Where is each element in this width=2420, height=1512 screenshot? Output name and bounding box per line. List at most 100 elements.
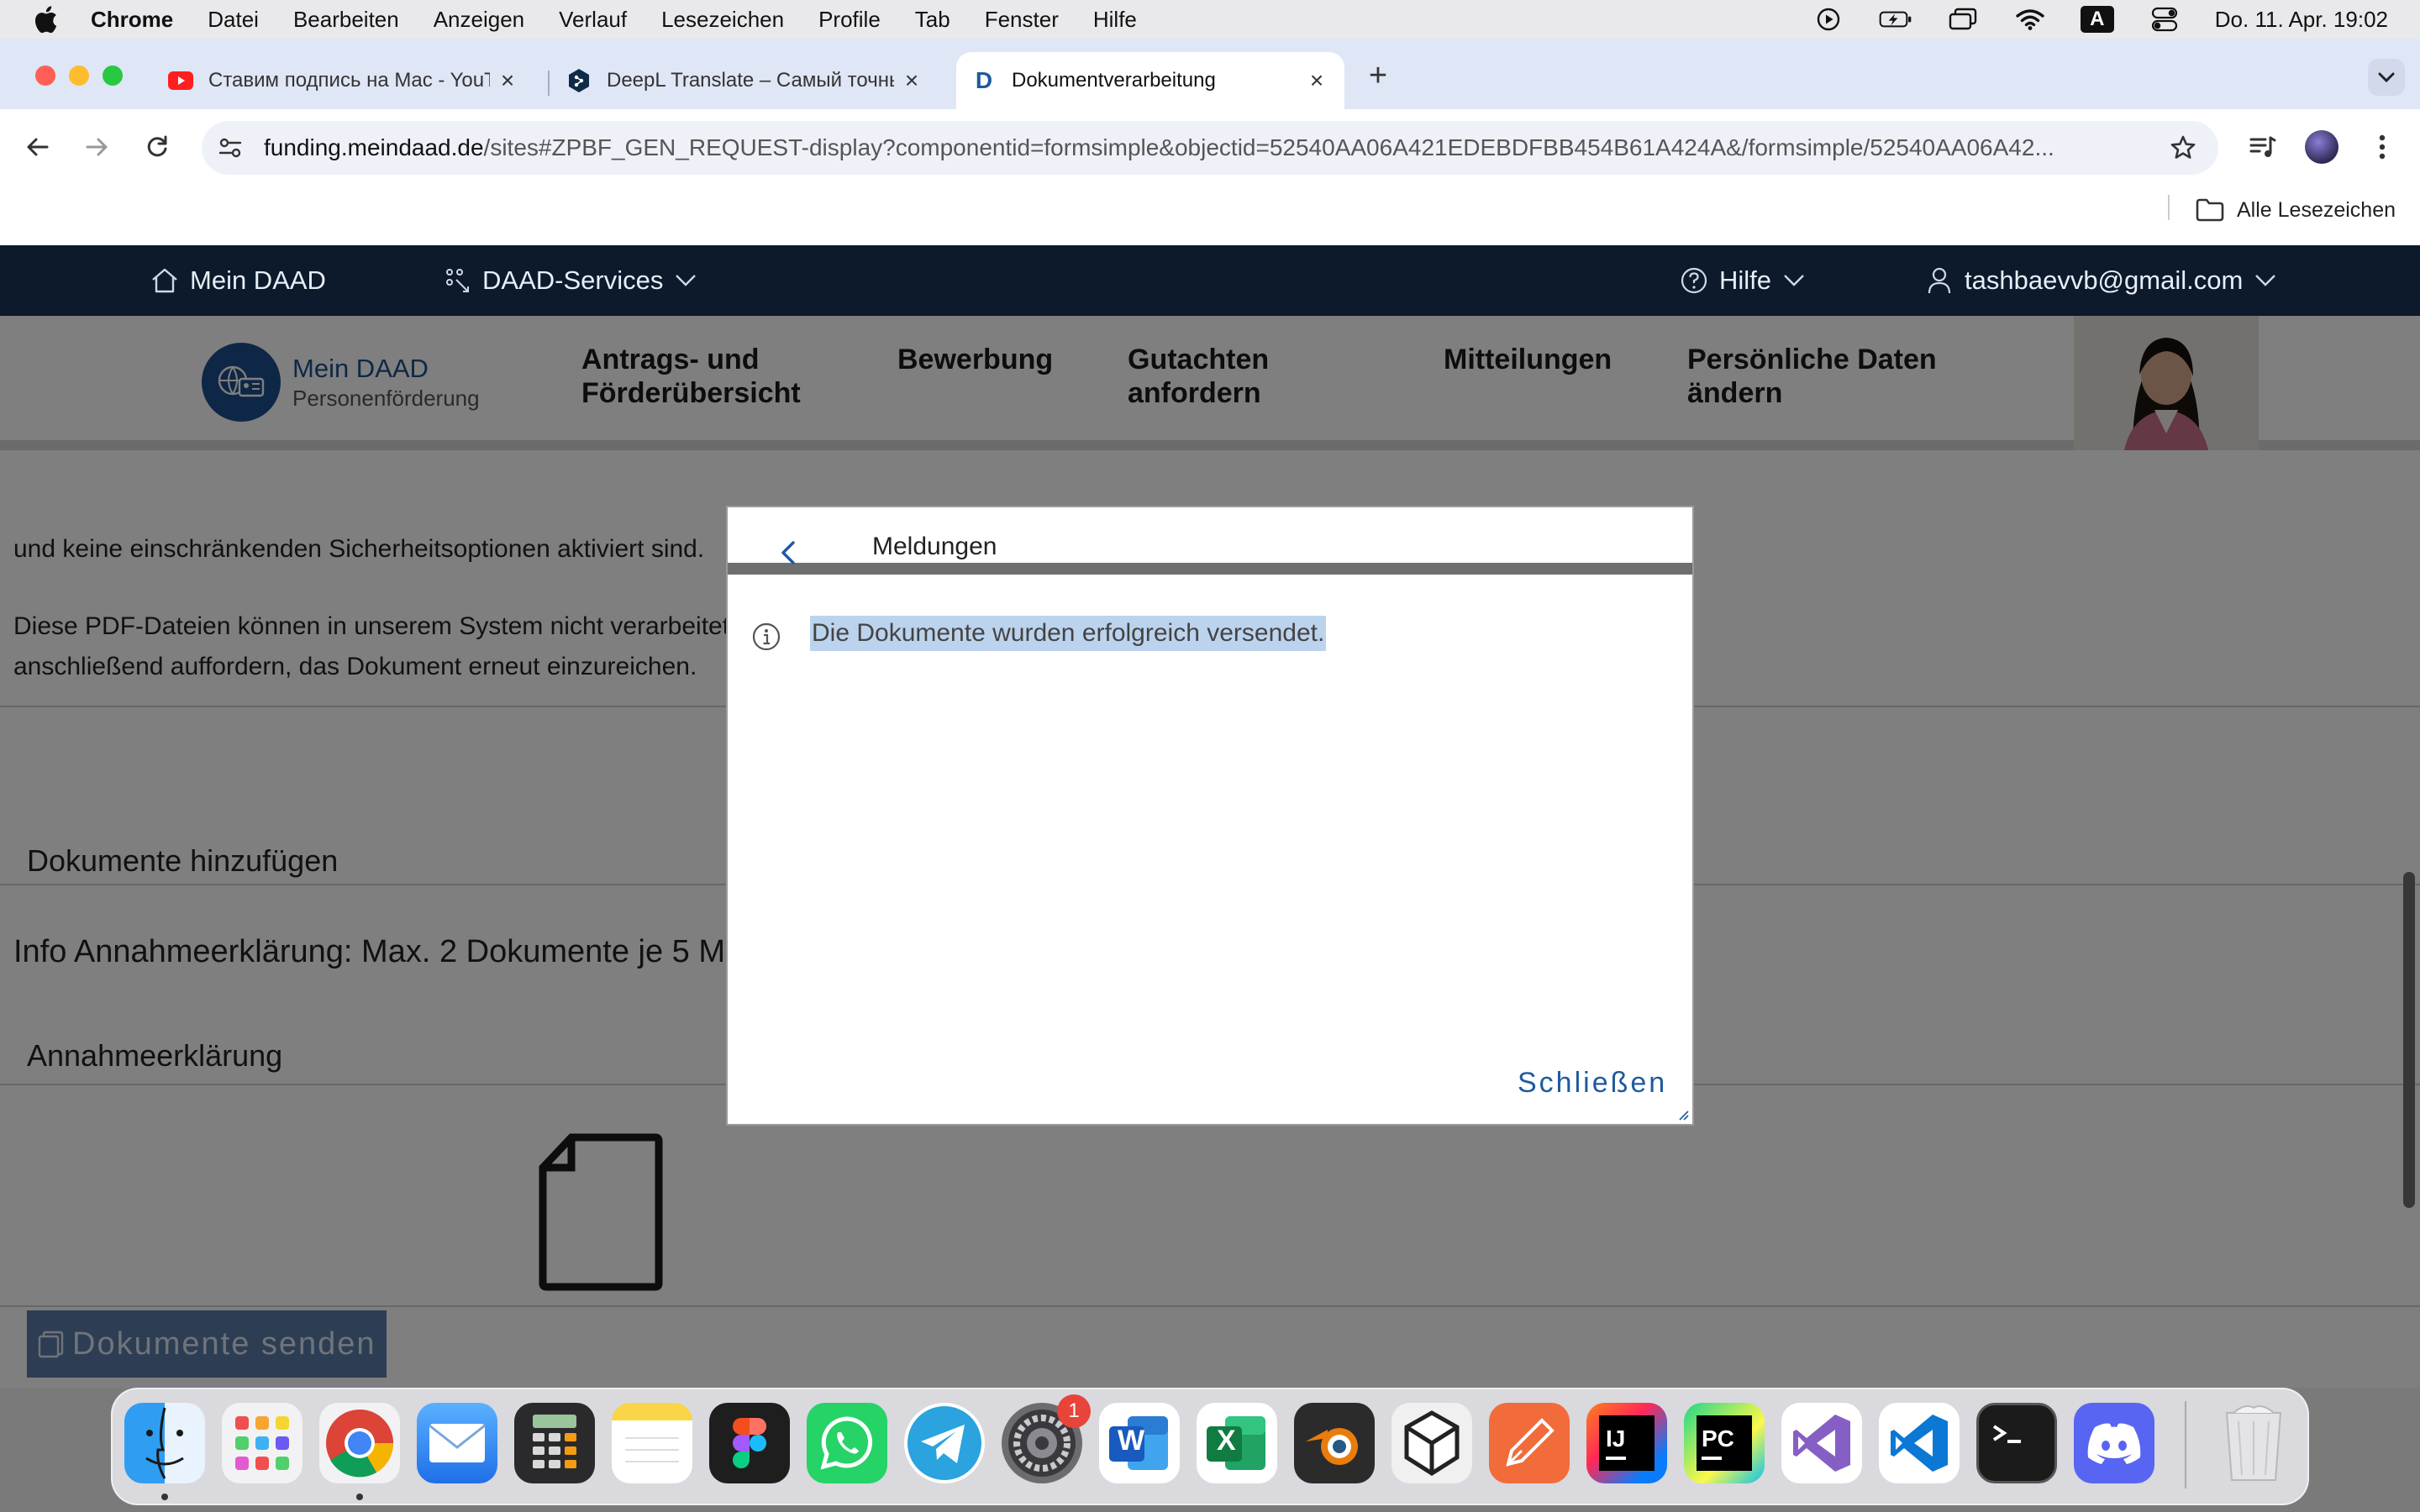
- calculator-icon[interactable]: [514, 1403, 595, 1483]
- youtube-icon: [168, 68, 193, 93]
- terminal-icon[interactable]: [1976, 1403, 2057, 1483]
- intellij-letters: IJ: [1606, 1425, 1626, 1452]
- chrome-icon[interactable]: [319, 1403, 400, 1483]
- url-text[interactable]: funding.meindaad.de/sites#ZPBF_GEN_REQUE…: [264, 134, 2154, 161]
- trash-icon[interactable]: [2213, 1403, 2294, 1483]
- tab-title: DeepL Translate – Самый точный: [607, 69, 894, 92]
- all-bookmarks-label: Alle Lesezeichen: [2237, 197, 2396, 222]
- menu-app-name[interactable]: Chrome: [91, 7, 173, 33]
- blender-icon[interactable]: [1294, 1403, 1375, 1483]
- pycharm-letters: PC: [1702, 1425, 1734, 1452]
- control-center-icon[interactable]: [2148, 5, 2181, 34]
- menu-lesezeichen[interactable]: Lesezeichen: [661, 7, 784, 33]
- finder-icon[interactable]: [124, 1403, 205, 1483]
- tab-strip: Ставим подпись на Mac - YouTube × DeepL …: [0, 39, 2420, 109]
- all-bookmarks-button[interactable]: Alle Lesezeichen: [2195, 195, 2396, 225]
- dock-separator: [2185, 1401, 2186, 1488]
- window-zoom-button[interactable]: [103, 66, 123, 86]
- pencil-app-icon[interactable]: [1489, 1403, 1570, 1483]
- user-email: tashbaevvb@gmail.com: [1965, 265, 2244, 295]
- now-playing-icon[interactable]: [1812, 5, 1845, 34]
- vscode-icon[interactable]: [1879, 1403, 1960, 1483]
- user-menu[interactable]: tashbaevvb@gmail.com: [1924, 262, 2276, 299]
- user-icon: [1924, 265, 1954, 296]
- intellij-icon[interactable]: IJ: [1586, 1403, 1667, 1483]
- back-icon[interactable]: [17, 126, 59, 168]
- tab-separator: [548, 71, 550, 96]
- bookmarks-bar: [0, 186, 2420, 245]
- battery-icon[interactable]: [1879, 5, 1912, 34]
- notification-badge: 1: [1057, 1394, 1091, 1428]
- profile-avatar[interactable]: [2301, 126, 2343, 168]
- back-chevron-icon[interactable]: [773, 538, 803, 568]
- bookmark-star-icon[interactable]: [2166, 131, 2200, 165]
- resize-grip-icon[interactable]: [1677, 1109, 1689, 1121]
- close-button[interactable]: Schließen: [1518, 1067, 1667, 1100]
- excel-letter: X: [1217, 1425, 1236, 1457]
- close-icon[interactable]: ×: [1304, 67, 1329, 93]
- word-icon[interactable]: W: [1099, 1403, 1180, 1483]
- url-path: /sites#ZPBF_GEN_REQUEST-display?componen…: [483, 134, 2054, 160]
- tab-deepl[interactable]: DeepL Translate – Самый точный ×: [566, 52, 936, 109]
- reading-list-icon[interactable]: [2242, 126, 2284, 168]
- menu-bar: Chrome Datei Bearbeiten Anzeigen Verlauf…: [0, 0, 2420, 39]
- visual-studio-icon[interactable]: [1781, 1403, 1862, 1483]
- tab-search-button[interactable]: [2368, 59, 2405, 96]
- whatsapp-icon[interactable]: [807, 1403, 887, 1483]
- system-settings-icon[interactable]: 1: [1002, 1394, 1091, 1483]
- menu-tab[interactable]: Tab: [915, 7, 950, 33]
- url-host: funding.meindaad.de: [264, 134, 484, 160]
- notes-icon[interactable]: [612, 1403, 692, 1483]
- launchpad-icon[interactable]: [222, 1403, 302, 1483]
- more-menu-icon[interactable]: [2361, 126, 2403, 168]
- menu-anzeigen[interactable]: Anzeigen: [434, 7, 524, 33]
- mein-daad-label: Mein DAAD: [190, 265, 326, 295]
- mein-daad-link[interactable]: Mein DAAD: [150, 262, 326, 299]
- d-letter-icon: D: [975, 67, 993, 93]
- dialog-title: Meldungen: [872, 533, 997, 560]
- reload-icon[interactable]: [136, 126, 178, 168]
- pycharm-icon[interactable]: PC: [1684, 1403, 1765, 1483]
- new-tab-button[interactable]: +: [1363, 58, 1393, 93]
- site-top-bar: Mein DAAD DAAD-Services Hilfe tashbaevvb…: [0, 245, 2420, 316]
- tab-dokumentverarbeitung[interactable]: D Dokumentverarbeitung ×: [956, 52, 1344, 109]
- menu-hilfe[interactable]: Hilfe: [1093, 7, 1137, 33]
- window-minimize-button[interactable]: [69, 66, 89, 86]
- figma-icon[interactable]: [709, 1403, 790, 1483]
- address-bar[interactable]: funding.meindaad.de/sites#ZPBF_GEN_REQUE…: [202, 121, 2218, 175]
- info-icon: [752, 622, 781, 651]
- help-label: Hilfe: [1719, 265, 1772, 295]
- menu-datei[interactable]: Datei: [208, 7, 259, 33]
- tab-youtube[interactable]: Ставим подпись на Mac - YouTube ×: [163, 52, 533, 109]
- unity-icon[interactable]: [1392, 1403, 1472, 1483]
- messages-dialog: Meldungen Die Dokumente wurden erfolgrei…: [726, 506, 1694, 1126]
- help-menu[interactable]: Hilfe: [1679, 262, 1805, 299]
- chevron-down-icon: [2254, 270, 2276, 291]
- close-icon[interactable]: ×: [495, 67, 520, 93]
- daad-services-menu[interactable]: DAAD-Services: [442, 262, 697, 299]
- dialog-message: Die Dokumente wurden erfolgreich versend…: [810, 616, 1327, 651]
- close-icon[interactable]: ×: [899, 67, 924, 93]
- mail-icon[interactable]: [417, 1403, 497, 1483]
- excel-icon[interactable]: X: [1197, 1403, 1277, 1483]
- window-close-button[interactable]: [35, 66, 55, 86]
- menu-bearbeiten[interactable]: Bearbeiten: [293, 7, 399, 33]
- telegram-icon[interactable]: [904, 1403, 985, 1483]
- folder-icon: [2196, 198, 2224, 222]
- dialog-message-row: Die Dokumente wurden erfolgreich versend…: [751, 615, 1327, 652]
- home-icon: [150, 265, 180, 296]
- forward-icon[interactable]: [76, 126, 118, 168]
- site-settings-icon[interactable]: [213, 131, 247, 165]
- underline-mark: [1606, 1457, 1626, 1460]
- screen-mirroring-icon[interactable]: [1946, 5, 1980, 34]
- input-source-icon[interactable]: A: [2080, 5, 2114, 34]
- discord-icon[interactable]: [2074, 1403, 2154, 1483]
- menu-verlauf[interactable]: Verlauf: [559, 7, 627, 33]
- tab-title: Dokumentverarbeitung: [1012, 69, 1216, 92]
- menu-clock[interactable]: Do. 11. Apr. 19:02: [2215, 7, 2388, 33]
- apple-icon[interactable]: [30, 4, 60, 34]
- menu-profile[interactable]: Profile: [818, 7, 881, 33]
- wifi-icon[interactable]: [2013, 5, 2047, 34]
- help-circle-icon: [1679, 265, 1709, 296]
- menu-fenster[interactable]: Fenster: [985, 7, 1059, 33]
